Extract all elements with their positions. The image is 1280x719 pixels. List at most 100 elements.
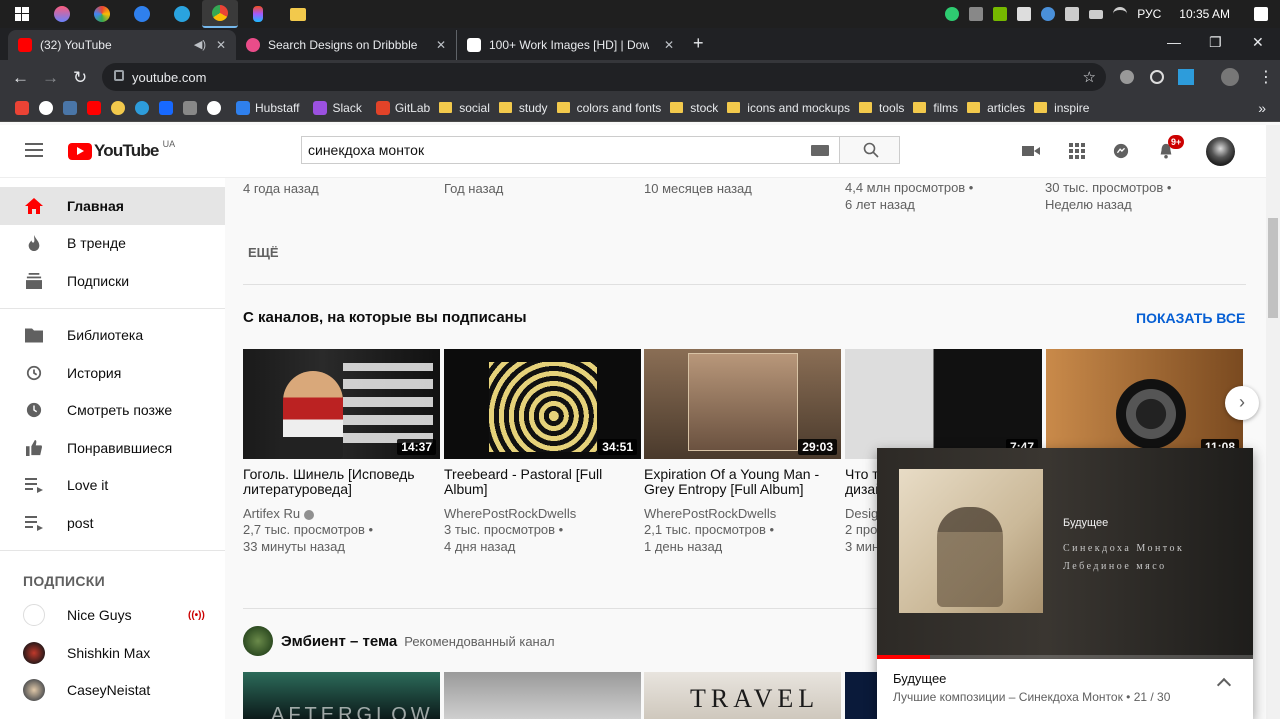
messages-icon[interactable] (1112, 143, 1130, 159)
channel-shelf-title[interactable]: Эмбиент – тема (281, 633, 397, 650)
miniplayer-progress-bar[interactable] (877, 655, 1253, 659)
gmail-bookmark-icon[interactable] (15, 100, 29, 115)
search-button[interactable] (839, 136, 900, 164)
sidebar-sub-caseyneistat[interactable]: CaseyNeistat (0, 672, 225, 710)
close-tab-icon[interactable]: ✕ (664, 38, 674, 52)
vk-bookmark-icon[interactable] (63, 100, 77, 115)
lock-icon[interactable] (114, 70, 124, 81)
behance-bookmark-icon[interactable] (159, 100, 173, 115)
miniplayer-title[interactable]: Будущее (893, 671, 946, 686)
bookmark-gitlab[interactable]: GitLab (371, 100, 430, 115)
tray-notifications-icon[interactable] (1254, 7, 1268, 21)
tray-clock[interactable]: 10:35 AM (1179, 7, 1230, 21)
bookmark-folder-social[interactable]: social (439, 101, 490, 115)
video-thumbnail[interactable]: 7:47 (845, 349, 1042, 459)
channel-name[interactable]: WherePostRockDwells (644, 506, 841, 521)
pinwheel-app-icon[interactable] (90, 5, 114, 23)
hamburger-menu-icon[interactable] (25, 143, 43, 161)
file-explorer-icon[interactable] (286, 5, 310, 23)
bookmark-icon[interactable] (111, 100, 125, 115)
video-thumbnail[interactable] (444, 672, 641, 719)
keyboard-icon[interactable] (811, 145, 829, 156)
video-thumbnail[interactable]: TRAVEL (644, 672, 841, 719)
video-title[interactable]: Expiration Of a Young Man - Grey Entropy… (644, 467, 841, 499)
channel-avatar[interactable] (243, 626, 273, 656)
tray-shield-icon[interactable] (1041, 7, 1056, 21)
sidebar-item-watch-later[interactable]: Смотреть позже (0, 392, 225, 430)
close-window-icon[interactable]: ✕ (1252, 34, 1264, 51)
shelf-next-button[interactable]: › (1225, 386, 1259, 420)
bookmark-icon[interactable] (207, 100, 221, 115)
tab-dribbble[interactable]: Search Designs on Dribbble ✕ (236, 30, 456, 60)
tray-nvidia-icon[interactable] (993, 7, 1008, 21)
bookmark-icon[interactable] (135, 100, 149, 115)
maximize-window-icon[interactable]: ❐ (1209, 34, 1222, 51)
itunes-icon[interactable] (50, 5, 74, 23)
sidebar-sub-nice-guys[interactable]: Nice Guys ((•)) (0, 597, 225, 635)
bookmark-star-icon[interactable]: ☆ (1083, 68, 1096, 86)
sidebar-item-history[interactable]: История (0, 354, 225, 392)
new-tab-button[interactable]: + (693, 33, 704, 54)
address-bar[interactable]: youtube.com ☆ (102, 63, 1106, 91)
expand-playlist-icon[interactable] (1216, 677, 1232, 693)
video-title[interactable]: Гоголь. Шинель [Исповедь литературоведа] (243, 467, 440, 499)
tab-youtube[interactable]: (32) YouTube ◀) ✕ (8, 30, 236, 60)
bookmark-folder-stock[interactable]: stock (670, 101, 718, 115)
bookmark-slack[interactable]: Slack (308, 100, 362, 115)
bookmark-folder-colors[interactable]: colors and fonts (556, 101, 661, 115)
video-thumbnail[interactable]: 34:51 (444, 349, 641, 459)
apps-grid-icon[interactable] (1068, 143, 1086, 159)
video-thumbnail[interactable]: 11:08 (1046, 349, 1243, 459)
scrollbar-thumb[interactable] (1268, 218, 1278, 318)
bookmark-folder-articles[interactable]: articles (967, 101, 1025, 115)
video-card[interactable]: 14:37 Гоголь. Шинель [Исповедь литератур… (243, 349, 440, 555)
sidebar-item-library[interactable]: Библиотека (0, 317, 225, 355)
app-triangle-icon[interactable] (130, 5, 154, 23)
tray-wifi-icon[interactable] (1113, 7, 1128, 21)
sidebar-item-playlist-post[interactable]: post (0, 504, 225, 542)
sidebar-item-subscriptions[interactable]: Подписки (0, 262, 225, 300)
sidebar-item-liked[interactable]: Понравившиеся (0, 429, 225, 467)
video-card[interactable]: 34:51 Treebeard - Pastoral [Full Album] … (444, 349, 641, 555)
more-button[interactable]: ЕЩЁ (248, 245, 279, 260)
extension-2-icon[interactable] (1150, 70, 1164, 84)
sidebar-item-trending[interactable]: В тренде (0, 225, 225, 263)
extension-3-icon[interactable] (1178, 69, 1194, 85)
sidebar-item-playlist-love-it[interactable]: Love it (0, 467, 225, 505)
bookmark-hubstaff[interactable]: Hubstaff (231, 100, 299, 115)
bookmark-folder-inspire[interactable]: inspire (1034, 101, 1089, 115)
forward-arrow-icon[interactable]: → (42, 68, 59, 88)
tray-slack-icon[interactable] (1017, 7, 1032, 21)
bookmark-icon[interactable] (39, 100, 53, 115)
miniplayer[interactable]: Будущее Синекдоха Монток Лебединое мясо … (877, 448, 1253, 719)
bookmark-folder-icons[interactable]: icons and mockups (727, 101, 850, 115)
miniplayer-video[interactable]: Будущее Синекдоха Монток Лебединое мясо (877, 448, 1253, 659)
reload-icon[interactable]: ↻ (73, 68, 87, 88)
create-video-icon[interactable] (1022, 143, 1040, 159)
close-tab-icon[interactable]: ✕ (216, 38, 226, 52)
video-card[interactable]: 29:03 Expiration Of a Young Man - Grey E… (644, 349, 841, 555)
bookmark-folder-films[interactable]: films (913, 101, 958, 115)
bookmark-icon[interactable] (183, 100, 197, 115)
back-arrow-icon[interactable]: ← (12, 68, 29, 88)
search-input[interactable]: синекдоха монток (301, 136, 840, 164)
windows-start-icon[interactable] (10, 5, 34, 23)
youtube-bookmark-icon[interactable] (87, 100, 101, 115)
extension-1-icon[interactable] (1120, 70, 1134, 84)
video-card[interactable]: 11:08 (1046, 349, 1243, 459)
channel-name[interactable]: WherePostRockDwells (444, 506, 641, 521)
tray-app-icon[interactable] (969, 7, 984, 21)
tab-audio-icon[interactable]: ◀) (194, 38, 206, 51)
telegram-icon[interactable] (170, 5, 194, 23)
video-thumbnail[interactable]: AFTERGLOW (243, 672, 440, 719)
tray-battery-icon[interactable] (1089, 9, 1104, 19)
bookmark-folder-tools[interactable]: tools (859, 101, 904, 115)
show-all-button[interactable]: ПОКАЗАТЬ ВСЕ (1136, 310, 1245, 326)
video-thumbnail[interactable]: 14:37 (243, 349, 440, 459)
tray-volume-icon[interactable] (1065, 7, 1080, 21)
tray-recycle-icon[interactable] (945, 7, 960, 21)
figma-icon[interactable] (246, 5, 270, 23)
page-scrollbar[interactable] (1266, 125, 1280, 719)
video-title[interactable]: Treebeard - Pastoral [Full Album] (444, 467, 641, 499)
close-tab-icon[interactable]: ✕ (436, 38, 446, 52)
